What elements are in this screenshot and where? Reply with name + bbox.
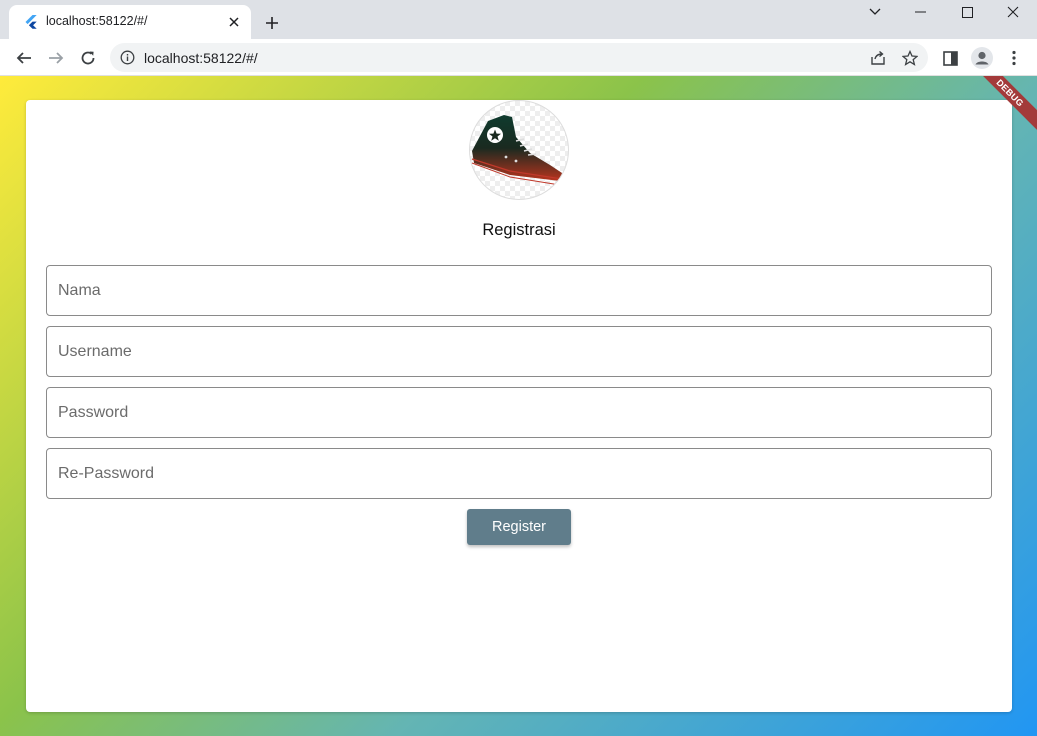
- minimize-icon[interactable]: [898, 0, 944, 24]
- browser-toolbar: localhost:58122/#/: [0, 39, 1037, 76]
- password-field[interactable]: [46, 387, 992, 438]
- app-viewport: Registrasi Register DEBUG: [0, 76, 1037, 736]
- side-panel-icon[interactable]: [937, 45, 963, 71]
- new-tab-icon[interactable]: [260, 11, 284, 35]
- site-info-icon[interactable]: [120, 50, 135, 65]
- repassword-field[interactable]: [46, 448, 992, 499]
- flutter-icon: [25, 15, 37, 29]
- form-title: Registrasi: [482, 221, 556, 239]
- forward-arrow-icon[interactable]: [43, 45, 69, 71]
- browser-tab[interactable]: localhost:58122/#/: [9, 5, 251, 39]
- tab-close-icon[interactable]: [225, 13, 243, 31]
- menu-kebab-icon[interactable]: [1001, 45, 1027, 71]
- reload-icon[interactable]: [75, 45, 101, 71]
- maximize-icon[interactable]: [944, 0, 990, 24]
- sneaker-logo: [469, 100, 569, 200]
- register-button[interactable]: Register: [467, 509, 571, 545]
- back-arrow-icon[interactable]: [11, 45, 37, 71]
- address-bar[interactable]: localhost:58122/#/: [110, 43, 928, 72]
- profile-avatar-icon[interactable]: [969, 45, 995, 71]
- tab-strip: localhost:58122/#/: [0, 0, 1037, 39]
- tab-title: localhost:58122/#/: [46, 14, 148, 28]
- registration-card: Registrasi Register: [26, 100, 1012, 712]
- sneaker-icon: [471, 115, 563, 186]
- username-field[interactable]: [46, 326, 992, 377]
- nama-field[interactable]: [46, 265, 992, 316]
- share-icon[interactable]: [867, 47, 889, 69]
- bookmark-star-icon[interactable]: [899, 47, 921, 69]
- window-close-icon[interactable]: [990, 0, 1036, 24]
- tab-search-chevron-icon[interactable]: [852, 0, 898, 24]
- url-text[interactable]: localhost:58122/#/: [144, 50, 258, 66]
